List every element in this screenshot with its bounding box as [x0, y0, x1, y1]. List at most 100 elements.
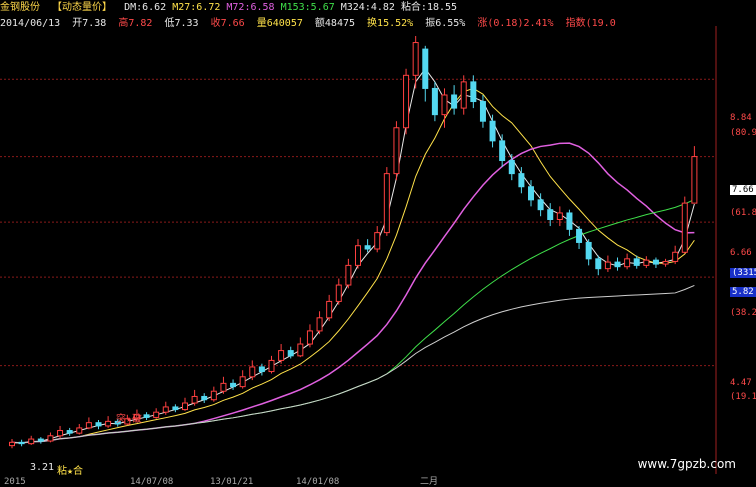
- candle-body: [210, 390, 217, 401]
- quote-open: 开7.38: [72, 18, 107, 29]
- time-axis-label: 14/07/08: [130, 477, 174, 487]
- candle-body: [681, 202, 688, 253]
- ma-dm-line: [11, 67, 695, 444]
- candle-body: [566, 212, 573, 230]
- candle-body: [28, 438, 35, 445]
- time-axis: 2015 14/07/08 13/01/21 14/01/08 二月: [0, 478, 756, 487]
- candle-body: [614, 261, 621, 268]
- indicator-bar: 金钢股份 【动态量价】 DM:6.62 M27:6.72 M72:6.58 M153:…: [0, 0, 469, 16]
- quote-close: 收7.66: [210, 18, 245, 29]
- candle-body: [364, 245, 371, 250]
- candle-body: [479, 101, 486, 122]
- candle-body: [66, 430, 73, 434]
- candle-body: [201, 395, 208, 401]
- axis-tick-label: 7.66: [730, 185, 756, 195]
- quote-low: 低7.33: [164, 18, 199, 29]
- stock-name[interactable]: 金钢股份: [0, 2, 40, 13]
- candle-body: [306, 330, 313, 345]
- candle-body: [662, 260, 669, 265]
- ma-27-line: [11, 87, 695, 444]
- quote-turnover: 换15.52%: [367, 18, 414, 29]
- candle-body: [95, 422, 102, 427]
- indicator-mode[interactable]: 【动态量价】: [52, 2, 112, 13]
- candle-body: [537, 199, 544, 211]
- ma-value: M72:6.58: [226, 2, 275, 13]
- candle-body: [355, 245, 361, 266]
- candle-body: [258, 366, 265, 373]
- candle-body: [441, 94, 448, 116]
- price-chart[interactable]: [0, 0, 756, 487]
- candle-body: [297, 343, 304, 357]
- candle-body: [383, 173, 390, 234]
- candle-body: [412, 42, 419, 76]
- candle-body: [595, 258, 602, 270]
- time-axis-label: 二月: [420, 477, 439, 487]
- candle-body: [691, 156, 698, 204]
- ma-153-line: [11, 199, 695, 444]
- candle-body: [422, 48, 429, 89]
- axis-tick-label: 8.84: [730, 113, 752, 123]
- axis-tick-label: 6.66: [730, 248, 752, 258]
- time-axis-label: 2015: [4, 477, 26, 487]
- candle-body: [37, 438, 44, 442]
- axis-tick-label: 4.47: [730, 378, 752, 388]
- candle-body: [547, 209, 554, 221]
- ma-value: M324:4.82: [340, 2, 395, 13]
- candle-body: [182, 402, 188, 411]
- candle-body: [76, 427, 83, 434]
- candle-body: [556, 212, 563, 221]
- candle-body: [47, 435, 54, 442]
- quote-high: 高7.82: [118, 18, 153, 29]
- low-price-label: 3.21: [30, 462, 55, 473]
- candle-body: [268, 359, 275, 373]
- axis-tick-label: (61.8%): [730, 208, 756, 218]
- ma-72-line: [11, 142, 695, 444]
- candle-body: [287, 350, 294, 357]
- ma-values: DM:6.62 M27:6.72 M72:6.58 M153:5.67 M324:4.8…: [124, 2, 463, 13]
- axis-tick-label: (38.2%): [730, 308, 756, 318]
- candle-body: [239, 376, 246, 388]
- candle-body: [326, 300, 333, 319]
- ma-value: DM:6.62: [124, 2, 167, 13]
- candle-body: [489, 120, 496, 142]
- breakout-signal: 突★破: [116, 414, 143, 425]
- ma-value: M27:6.72: [172, 2, 221, 13]
- candle-body: [345, 264, 352, 286]
- axis-tick-label: (3315): [730, 268, 756, 278]
- candle-body: [335, 284, 342, 302]
- candle-body: [85, 422, 92, 429]
- candle-body: [528, 186, 534, 201]
- candle-body: [633, 258, 640, 266]
- axis-tick-label: (19.1%): [730, 392, 756, 402]
- candle-body: [393, 127, 400, 175]
- candle-body: [191, 395, 198, 404]
- candle-body: [672, 251, 679, 262]
- candle-body: [403, 74, 410, 129]
- ma-324-line: [11, 284, 695, 444]
- quote-bar: 2014/06/13 开7.38 高7.82 低7.33 收7.66 量6400…: [0, 16, 622, 32]
- candle-body: [220, 382, 227, 392]
- candle-body: [278, 350, 285, 361]
- ma-value: 粘合:18.55: [400, 2, 458, 13]
- candle-body: [143, 414, 150, 418]
- candle-body: [624, 258, 631, 268]
- candle-body: [18, 441, 25, 445]
- candle-body: [576, 228, 583, 243]
- candle-body: [172, 406, 179, 411]
- candle-body: [585, 241, 592, 260]
- ma-value: M153:5.67: [280, 2, 335, 13]
- quote-change: 涨(0.18)2.41%: [477, 18, 554, 29]
- candle-body: [57, 430, 64, 437]
- candle-body: [431, 87, 438, 116]
- quote-amount: 额48475: [314, 18, 356, 29]
- quote-volume: 量640057: [256, 18, 303, 29]
- merge-signal: 粘★合: [57, 466, 84, 477]
- candle-body: [9, 441, 15, 447]
- watermark: www.7gpzb.com: [637, 457, 736, 471]
- candle-body: [604, 261, 611, 270]
- axis-tick-label: (80.9%): [730, 128, 756, 138]
- axis-tick-label: 5.82: [730, 287, 756, 297]
- candle-body: [460, 81, 467, 109]
- candle-body: [499, 140, 506, 162]
- candle-body: [105, 420, 112, 427]
